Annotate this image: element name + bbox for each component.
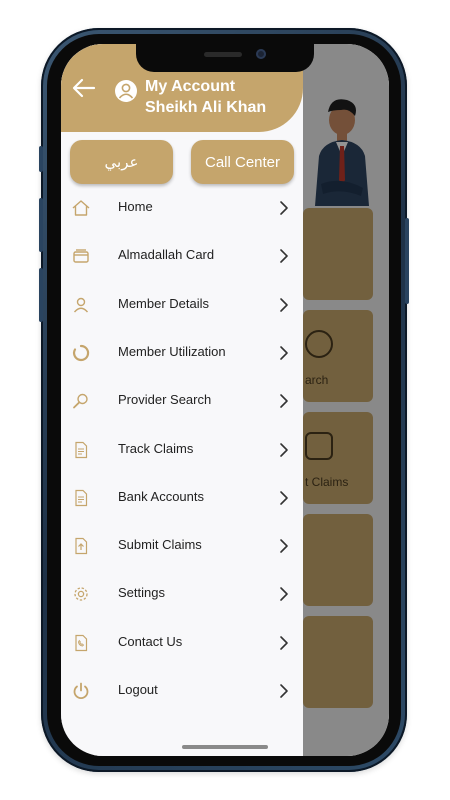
menu-item-settings[interactable]: Settings [61,570,303,618]
home-indicator [182,745,268,749]
menu-item-submit-claims[interactable]: Submit Claims [61,522,303,570]
power-button [405,218,409,304]
front-camera [256,49,266,59]
gear-icon [74,587,88,602]
menu-item-label: Contact Us [118,633,183,649]
user-icon [73,297,89,313]
chevron-right-icon [280,201,288,215]
language-button[interactable]: عربي [70,140,173,184]
card-icon [73,249,89,263]
menu-item-label: Almadallah Card [118,247,215,263]
document-icon [75,441,88,458]
menu-item-track-claims[interactable]: Track Claims [61,426,303,474]
menu-item-label: Member Details [118,295,210,311]
menu-item-member-details[interactable]: Member Details [61,281,303,329]
menu-item-label: Provider Search [118,392,212,408]
speaker [204,52,242,57]
volume-up-button [39,198,43,252]
menu-item-label: Track Claims [118,440,194,456]
utilization-icon [72,344,90,361]
chevron-right-icon [280,539,288,553]
document-icon [75,489,88,506]
search-icon [73,393,88,409]
chevron-right-icon [280,249,288,264]
contact-document-icon [75,634,88,651]
menu-item-label: Submit Claims [118,537,202,553]
upload-document-icon [75,537,88,555]
chevron-right-icon [280,442,288,457]
menu-item-logout[interactable]: Logout [61,667,303,715]
chevron-right-icon [280,635,288,650]
power-icon [73,682,89,700]
menu-item-provider-search[interactable]: Provider Search [61,377,303,425]
menu-item-member-utilization[interactable]: Member Utilization [61,329,303,377]
chevron-right-icon [280,297,288,312]
menu-item-label: Member Utilization [118,343,226,359]
chevron-right-icon [280,346,288,360]
menu-item-contact-us[interactable]: Contact Us [61,619,303,667]
chevron-right-icon [280,684,288,698]
mute-switch [39,146,43,172]
user-name: Sheikh Ali Khan [145,99,267,116]
chevron-right-icon [280,587,288,602]
call-center-button[interactable]: Call Center [191,140,294,184]
menu-item-label: Home [118,199,153,214]
app-screen: arch t Claims My Account Sheikh Ali Khan [61,44,389,756]
user-avatar-icon [118,83,134,99]
chevron-right-icon [280,490,288,505]
menu-item-label: Bank Accounts [118,488,204,504]
home-icon [72,200,90,216]
menu-item-home[interactable]: Home [61,184,303,232]
navigation-drawer: My Account Sheikh Ali Khan عربي Call Cen… [61,44,303,756]
page-title: My Account [145,78,236,95]
menu-item-bank-accounts[interactable]: Bank Accounts [61,474,303,522]
avatar [115,80,137,102]
phone-notch [136,44,314,72]
menu-item-almadallah-card[interactable]: Almadallah Card [61,232,303,280]
menu-item-label: Logout [118,682,158,697]
back-arrow-icon[interactable] [72,78,96,98]
chevron-right-icon [280,394,288,408]
volume-down-button [39,268,43,322]
menu-item-label: Settings [118,585,165,601]
